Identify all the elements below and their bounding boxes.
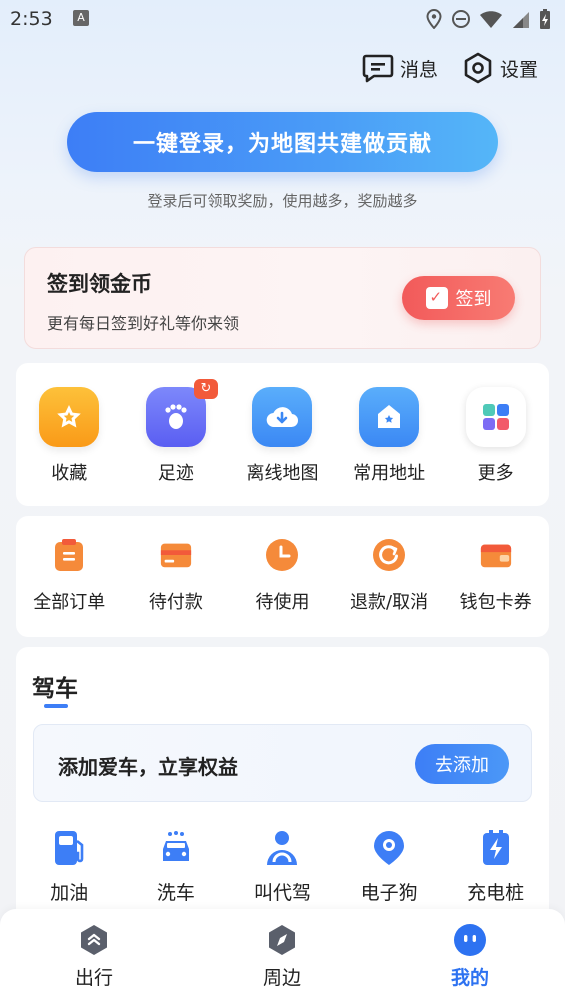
order-wallet-coupons[interactable]: 钱包卡券 <box>442 538 549 614</box>
order-label: 全部订单 <box>33 592 106 613</box>
sign-in-button-label: 签到 <box>455 289 492 310</box>
messages-label: 消息 <box>400 58 439 81</box>
order-refund[interactable]: 退款/取消 <box>336 538 443 614</box>
message-icon <box>362 52 394 84</box>
service-label: 电子狗 <box>360 882 418 904</box>
quick-tool-label: 更多 <box>477 463 514 484</box>
location-icon <box>426 9 442 29</box>
sign-in-card: 签到领金币 更有每日签到好礼等你来领 签到 <box>24 247 541 349</box>
nav-label: 周边 <box>262 967 301 989</box>
quick-tool-footprints[interactable]: ↻ 足迹 <box>123 379 230 485</box>
service-fuel[interactable]: 加油 <box>16 828 123 905</box>
profile-icon <box>453 923 487 957</box>
car-wash-icon <box>156 828 196 868</box>
service-label: 充电桩 <box>467 882 525 904</box>
order-all[interactable]: 全部订单 <box>16 538 123 614</box>
quick-tool-more[interactable]: 更多 <box>442 387 549 485</box>
settings-button[interactable]: 设置 <box>462 52 538 84</box>
driver-icon <box>262 828 302 868</box>
sign-in-subtitle: 更有每日签到好礼等你来领 <box>47 314 240 333</box>
calendar-check-icon <box>425 287 448 309</box>
quick-tool-favorites[interactable]: 收藏 <box>16 387 123 485</box>
radar-icon <box>369 828 409 868</box>
service-car-wash[interactable]: 洗车 <box>123 828 230 905</box>
refund-icon <box>372 538 406 572</box>
bottom-nav: 出行 周边 我的 <box>0 909 565 1004</box>
add-car-banner: 添加爱车，立享权益 去添加 <box>33 724 532 802</box>
home-pin-icon <box>359 387 420 447</box>
clock-icon <box>265 538 299 572</box>
quick-tool-offline-map[interactable]: 离线地图 <box>229 387 336 485</box>
cloud-download-icon <box>252 387 313 447</box>
status-time: 2:53 <box>10 8 53 30</box>
wallet-card-icon <box>159 538 193 572</box>
driving-card: 驾车 添加爱车，立享权益 去添加 加油 洗车 叫代驾 电子狗 充电桩 <box>16 647 549 947</box>
order-label: 待付款 <box>148 592 203 613</box>
service-label: 加油 <box>50 882 89 904</box>
compass-icon <box>265 923 299 957</box>
nav-label: 出行 <box>74 967 113 989</box>
service-radar[interactable]: 电子狗 <box>336 828 443 905</box>
messages-button[interactable]: 消息 <box>362 52 438 84</box>
coupon-icon <box>479 538 513 572</box>
status-icons <box>425 8 551 30</box>
quick-tool-label: 收藏 <box>51 463 88 484</box>
order-pending-payment[interactable]: 待付款 <box>123 538 230 614</box>
nav-label: 我的 <box>450 967 489 989</box>
orders-card: 全部订单 待付款 待使用 退款/取消 钱包卡券 <box>16 516 549 637</box>
dnd-icon <box>452 10 470 28</box>
signal-icon <box>513 12 529 28</box>
wifi-icon <box>480 11 502 28</box>
quick-tool-common-address[interactable]: 常用地址 <box>336 387 443 485</box>
order-icon <box>52 538 86 572</box>
grid-icon <box>465 387 526 447</box>
refresh-badge-icon: ↻ <box>193 379 218 399</box>
add-car-prompt: 添加爱车，立享权益 <box>58 755 238 779</box>
order-label: 退款/取消 <box>350 592 429 613</box>
nav-mine[interactable]: 我的 <box>410 923 530 990</box>
notification-a-icon: A <box>73 10 89 26</box>
charging-icon <box>476 828 516 868</box>
add-car-button[interactable]: 去添加 <box>415 744 509 784</box>
order-label: 钱包卡券 <box>459 592 532 613</box>
driving-title: 驾车 <box>32 676 78 702</box>
login-subtitle: 登录后可领取奖励，使用越多，奖励越多 <box>147 192 418 210</box>
sign-in-button[interactable]: 签到 <box>402 276 515 320</box>
travel-icon <box>77 923 111 957</box>
order-to-use[interactable]: 待使用 <box>229 538 336 614</box>
quick-tool-label: 足迹 <box>157 463 194 484</box>
service-label: 叫代驾 <box>253 882 311 904</box>
fuel-icon <box>49 828 89 868</box>
settings-icon <box>462 52 494 84</box>
quick-tool-label: 常用地址 <box>353 463 426 484</box>
status-bar: 2:53 A <box>0 0 565 38</box>
sign-in-title: 签到领金币 <box>47 272 152 296</box>
service-charging[interactable]: 充电桩 <box>442 828 549 905</box>
battery-icon <box>540 9 550 29</box>
service-designated-driver[interactable]: 叫代驾 <box>229 828 336 905</box>
star-icon <box>39 387 100 447</box>
settings-label: 设置 <box>500 58 539 81</box>
footprint-icon: ↻ <box>145 379 218 447</box>
title-underline <box>44 704 68 708</box>
service-label: 洗车 <box>156 882 195 904</box>
quick-tools-card: 收藏 ↻ 足迹 离线地图 常用地址 更多 <box>16 363 549 506</box>
one-click-login-button[interactable]: 一键登录，为地图共建做贡献 <box>67 112 498 172</box>
nav-nearby[interactable]: 周边 <box>222 923 342 990</box>
order-label: 待使用 <box>255 592 310 613</box>
quick-tool-label: 离线地图 <box>246 463 319 484</box>
nav-travel[interactable]: 出行 <box>34 923 154 990</box>
